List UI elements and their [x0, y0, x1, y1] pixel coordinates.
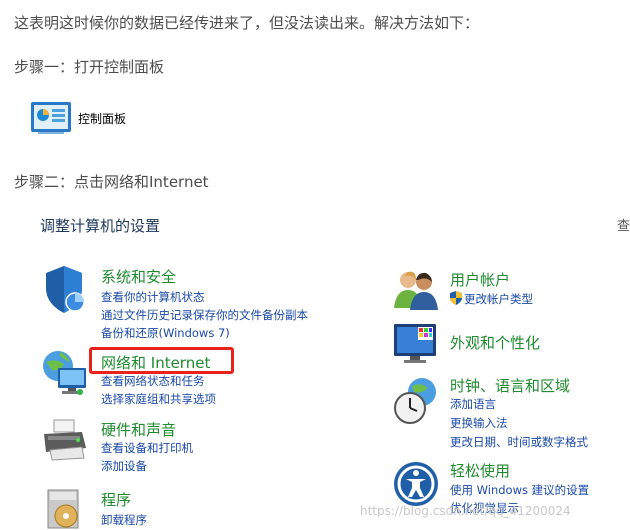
category-title-hardware-sound[interactable]: 硬件和声音 — [101, 419, 176, 440]
category-title-user-accounts[interactable]: 用户帐户 — [450, 269, 510, 290]
control-panel-icon — [31, 102, 71, 134]
security-shield-icon — [46, 266, 85, 313]
link-change-date-time-format[interactable]: 更改日期、时间或数字格式 — [450, 434, 588, 450]
category-title-system-security[interactable]: 系统和安全 — [101, 266, 176, 287]
category-title-programs[interactable]: 程序 — [101, 489, 131, 510]
network-globe-icon — [43, 351, 86, 395]
control-panel-label: 控制面板 — [78, 111, 127, 126]
view-by-cutoff-text[interactable]: 查 — [617, 215, 630, 234]
link-backup-restore[interactable]: 备份和还原(Windows 7) — [101, 325, 230, 341]
control-panel-window: 调整计算机的设置 查 系统和安全 查看你的计算机状态 通过文件历史记录保存你的文… — [14, 206, 630, 530]
ease-of-access-icon — [394, 462, 438, 506]
link-file-history-backup[interactable]: 通过文件历史记录保存你的文件备份副本 — [101, 307, 308, 323]
control-panel-shortcut[interactable]: 控制面板 — [30, 101, 126, 135]
link-view-network-status[interactable]: 查看网络状态和任务 — [101, 373, 205, 389]
link-change-input-method[interactable]: 更换输入法 — [450, 415, 508, 431]
step2-text: 步骤二：点击网络和Internet — [14, 173, 209, 191]
link-homegroup-sharing[interactable]: 选择家庭组和共享选项 — [101, 391, 216, 407]
link-devices-printers[interactable]: 查看设备和打印机 — [101, 440, 193, 456]
link-change-account-type[interactable]: 更改帐户类型 — [450, 291, 533, 307]
users-icon — [394, 271, 438, 310]
panel-heading: 调整计算机的设置 — [40, 217, 161, 235]
programs-disc-icon — [47, 489, 79, 529]
category-title-appearance[interactable]: 外观和个性化 — [450, 332, 540, 353]
link-uninstall-program[interactable]: 卸载程序 — [101, 512, 147, 528]
intro-text: 这表明这时候你的数据已经传进来了，但没法读出来。解决方法如下： — [14, 14, 480, 32]
link-add-language[interactable]: 添加语言 — [450, 396, 496, 412]
csdn-watermark: https://blog.csdn.net/qq_41200024 — [360, 504, 571, 518]
monitor-palette-icon — [394, 324, 436, 363]
step1-text: 步骤一：打开控制面板 — [14, 58, 165, 76]
link-change-account-type-label: 更改帐户类型 — [464, 292, 533, 306]
category-title-ease-of-access[interactable]: 轻松使用 — [450, 460, 510, 481]
link-view-computer-status[interactable]: 查看你的计算机状态 — [101, 289, 205, 305]
clock-globe-icon — [394, 378, 436, 424]
uac-shield-icon — [450, 291, 462, 305]
network-highlight-box — [89, 347, 234, 374]
printer-icon — [44, 419, 86, 461]
category-title-clock-language-region[interactable]: 时钟、语言和区域 — [450, 375, 570, 396]
link-windows-recommended-settings[interactable]: 使用 Windows 建议的设置 — [450, 482, 589, 498]
link-add-device[interactable]: 添加设备 — [101, 458, 147, 474]
